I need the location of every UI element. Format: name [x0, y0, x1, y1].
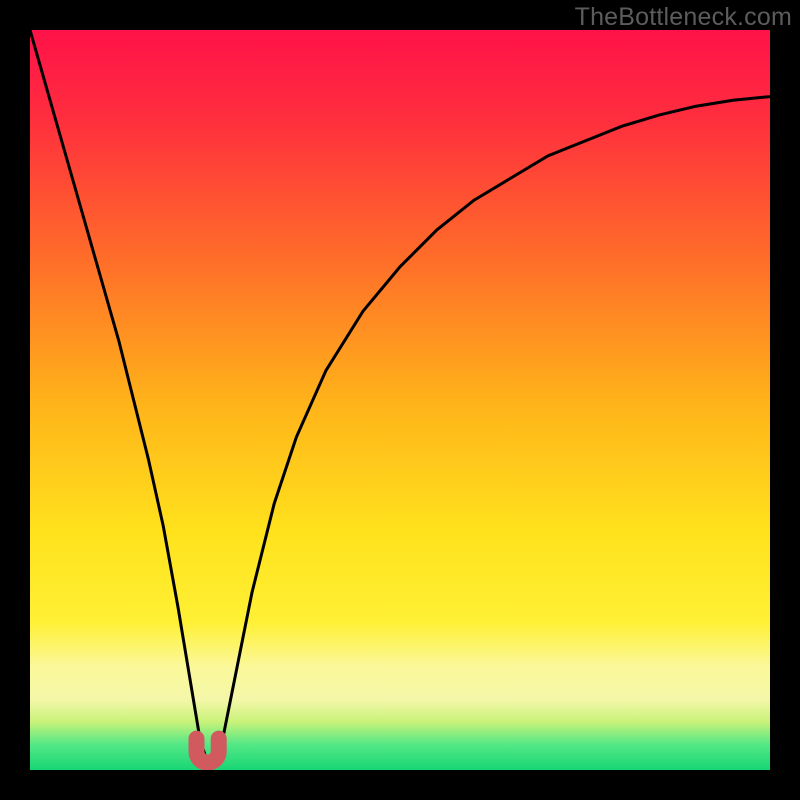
- outer-frame: TheBottleneck.com: [0, 0, 800, 800]
- chart-svg: [30, 30, 770, 770]
- gradient-background: [30, 30, 770, 770]
- watermark-text: TheBottleneck.com: [575, 3, 792, 32]
- plot-area: [30, 30, 770, 770]
